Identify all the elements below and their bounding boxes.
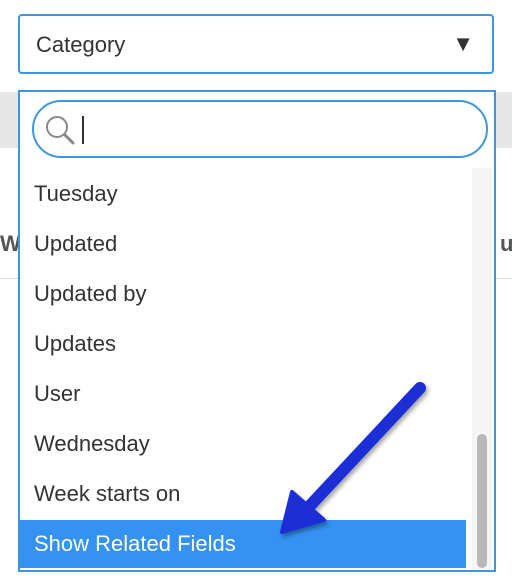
option-week-starts-on[interactable]: Week starts on [20,470,466,518]
option-updated[interactable]: Updated [20,220,466,268]
text-cursor [82,116,84,144]
category-select[interactable]: Category ▼ [18,14,494,74]
option-tuesday[interactable]: Tuesday [20,170,466,218]
scrollbar-track[interactable] [472,168,492,570]
chevron-down-icon[interactable]: ▼ [452,33,474,55]
scrollbar-thumb[interactable] [477,434,487,568]
background-column-fragment-right: u [500,231,512,256]
select-value: Category [36,32,126,57]
search-input[interactable] [32,100,488,158]
dropdown-panel: Tuesday Updated Updated by Updates User … [18,90,496,572]
search-icon [46,116,75,145]
option-user[interactable]: User [20,370,466,418]
option-updated-by[interactable]: Updated by [20,270,466,318]
option-wednesday[interactable]: Wednesday [20,420,466,468]
option-updates[interactable]: Updates [20,320,466,368]
option-show-related-fields[interactable]: Show Related Fields [20,520,466,568]
